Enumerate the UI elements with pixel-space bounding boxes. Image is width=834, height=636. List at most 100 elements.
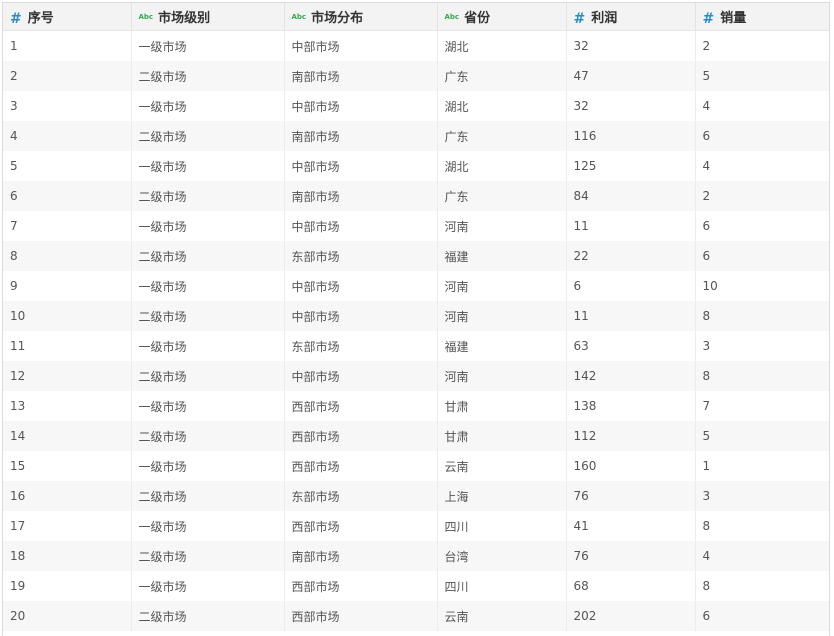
- table-row[interactable]: 8 二级市场 东部市场 福建 22 6: [3, 241, 829, 271]
- table-cell[interactable]: 9: [3, 271, 132, 301]
- table-cell[interactable]: 5: [3, 151, 132, 181]
- table-cell[interactable]: 11: [566, 301, 696, 331]
- column-header[interactable]: Abc 市场分布: [284, 3, 438, 31]
- table-row[interactable]: 1 一级市场 中部市场 湖北 32 2: [3, 30, 829, 61]
- table-cell[interactable]: 8: [695, 571, 829, 601]
- table-cell[interactable]: 8: [695, 511, 829, 541]
- table-cell[interactable]: 西部市场: [284, 601, 438, 631]
- table-row[interactable]: 3 一级市场 中部市场 湖北 32 4: [3, 91, 829, 121]
- table-cell[interactable]: 湖北: [437, 91, 567, 121]
- table-cell[interactable]: 二级市场: [131, 541, 285, 571]
- table-cell[interactable]: 142: [566, 361, 696, 391]
- table-row[interactable]: 17 一级市场 西部市场 四川 41 8: [3, 511, 829, 541]
- table-cell[interactable]: 6: [695, 121, 829, 151]
- table-cell[interactable]: 8: [695, 361, 829, 391]
- table-cell[interactable]: 6: [695, 241, 829, 271]
- table-cell[interactable]: 2: [3, 61, 132, 91]
- column-header[interactable]: # 销量: [695, 3, 829, 31]
- table-cell[interactable]: 20: [3, 601, 132, 631]
- table-cell[interactable]: 112: [566, 421, 696, 451]
- table-row[interactable]: 7 一级市场 中部市场 河南 11 6: [3, 211, 829, 241]
- table-row[interactable]: 19 一级市场 西部市场 四川 68 8: [3, 571, 829, 601]
- table-cell[interactable]: 西部市场: [284, 511, 438, 541]
- table-row[interactable]: 5 一级市场 中部市场 湖北 125 4: [3, 151, 829, 181]
- table-cell[interactable]: 6: [695, 601, 829, 631]
- table-cell[interactable]: 7: [3, 211, 132, 241]
- table-cell[interactable]: 7: [695, 391, 829, 421]
- table-cell[interactable]: 南部市场: [284, 121, 438, 151]
- table-cell[interactable]: 5: [695, 61, 829, 91]
- table-row[interactable]: 15 一级市场 西部市场 云南 160 1: [3, 451, 829, 481]
- table-row[interactable]: 6 二级市场 南部市场 广东 84 2: [3, 181, 829, 211]
- table-cell[interactable]: 3: [3, 91, 132, 121]
- table-cell[interactable]: 22: [566, 241, 696, 271]
- table-row[interactable]: 2 二级市场 南部市场 广东 47 5: [3, 61, 829, 91]
- table-cell[interactable]: 41: [566, 511, 696, 541]
- table-cell[interactable]: 2: [695, 30, 829, 61]
- table-cell[interactable]: 广东: [437, 181, 567, 211]
- table-cell[interactable]: 一级市场: [131, 91, 285, 121]
- table-cell[interactable]: 47: [566, 61, 696, 91]
- table-cell[interactable]: 84: [566, 181, 696, 211]
- table-cell[interactable]: 河南: [437, 211, 567, 241]
- table-cell[interactable]: 云南: [437, 601, 567, 631]
- table-row[interactable]: 10 二级市场 中部市场 河南 11 8: [3, 301, 829, 331]
- table-cell[interactable]: 一级市场: [131, 511, 285, 541]
- table-cell[interactable]: 32: [566, 91, 696, 121]
- table-row[interactable]: 12 二级市场 中部市场 河南 142 8: [3, 361, 829, 391]
- table-cell[interactable]: 中部市场: [284, 271, 438, 301]
- table-row[interactable]: 4 二级市场 南部市场 广东 116 6: [3, 121, 829, 151]
- table-cell[interactable]: 一级市场: [131, 151, 285, 181]
- table-cell[interactable]: 河南: [437, 271, 567, 301]
- column-header[interactable]: Abc 省份: [437, 3, 567, 31]
- table-cell[interactable]: 广东: [437, 61, 567, 91]
- table-cell[interactable]: 南部市场: [284, 61, 438, 91]
- table-cell[interactable]: 一级市场: [131, 30, 285, 61]
- table-cell[interactable]: 5: [695, 421, 829, 451]
- table-cell[interactable]: 11: [3, 331, 132, 361]
- table-cell[interactable]: 17: [3, 511, 132, 541]
- table-cell[interactable]: 6: [695, 211, 829, 241]
- table-cell[interactable]: 二级市场: [131, 181, 285, 211]
- table-cell[interactable]: 东部市场: [284, 241, 438, 271]
- table-cell[interactable]: 68: [566, 571, 696, 601]
- table-cell[interactable]: 一级市场: [131, 211, 285, 241]
- table-cell[interactable]: 32: [566, 30, 696, 61]
- table-row[interactable]: 13 一级市场 西部市场 甘肃 138 7: [3, 391, 829, 421]
- table-row[interactable]: 20 二级市场 西部市场 云南 202 6: [3, 601, 829, 631]
- table-cell[interactable]: 3: [695, 331, 829, 361]
- table-cell[interactable]: 4: [695, 151, 829, 181]
- table-cell[interactable]: 二级市场: [131, 601, 285, 631]
- table-cell[interactable]: 一级市场: [131, 331, 285, 361]
- table-cell[interactable]: 76: [566, 541, 696, 571]
- table-cell[interactable]: 1: [695, 451, 829, 481]
- table-cell[interactable]: 8: [3, 241, 132, 271]
- table-cell[interactable]: 14: [3, 421, 132, 451]
- table-cell[interactable]: 116: [566, 121, 696, 151]
- table-cell[interactable]: 河南: [437, 301, 567, 331]
- table-cell[interactable]: 二级市场: [131, 481, 285, 511]
- table-cell[interactable]: 4: [695, 541, 829, 571]
- table-row[interactable]: 9 一级市场 中部市场 河南 6 10: [3, 271, 829, 301]
- table-cell[interactable]: 湖北: [437, 151, 567, 181]
- table-cell[interactable]: 上海: [437, 481, 567, 511]
- column-header[interactable]: # 序号: [3, 3, 132, 31]
- table-cell[interactable]: 16: [3, 481, 132, 511]
- table-cell[interactable]: 中部市场: [284, 151, 438, 181]
- table-cell[interactable]: 云南: [437, 451, 567, 481]
- table-cell[interactable]: 四川: [437, 571, 567, 601]
- table-cell[interactable]: 甘肃: [437, 391, 567, 421]
- table-row[interactable]: 14 二级市场 西部市场 甘肃 112 5: [3, 421, 829, 451]
- table-cell[interactable]: 广东: [437, 121, 567, 151]
- table-cell[interactable]: 西部市场: [284, 451, 438, 481]
- table-cell[interactable]: 南部市场: [284, 541, 438, 571]
- table-cell[interactable]: 二级市场: [131, 121, 285, 151]
- column-header[interactable]: Abc 市场级别: [131, 3, 285, 31]
- table-cell[interactable]: 二级市场: [131, 421, 285, 451]
- table-cell[interactable]: 15: [3, 451, 132, 481]
- table-cell[interactable]: 11: [566, 211, 696, 241]
- table-cell[interactable]: 二级市场: [131, 241, 285, 271]
- table-cell[interactable]: 甘肃: [437, 421, 567, 451]
- table-cell[interactable]: 63: [566, 331, 696, 361]
- table-cell[interactable]: 西部市场: [284, 421, 438, 451]
